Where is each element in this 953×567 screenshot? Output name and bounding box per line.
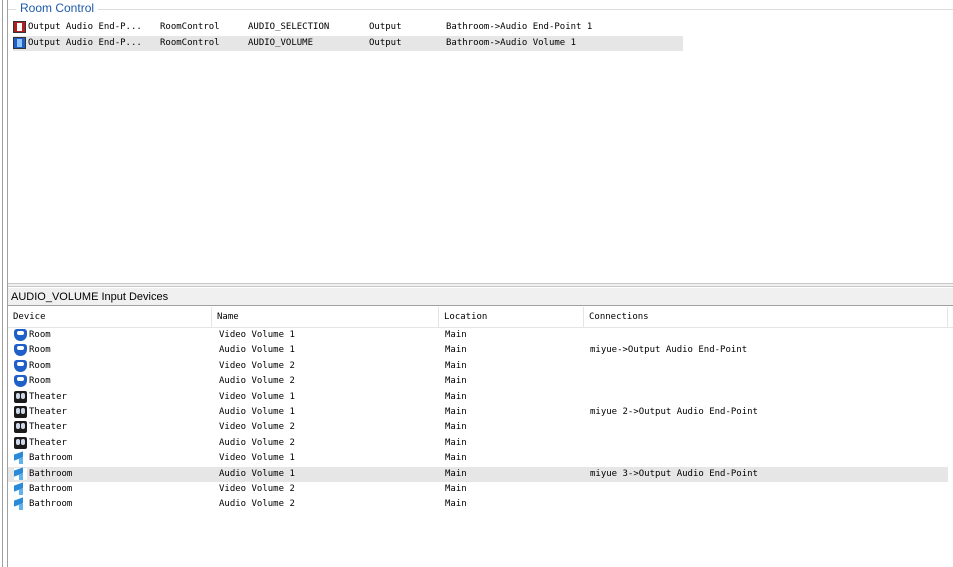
cell-name: Audio Volume 2 xyxy=(219,499,295,510)
cell-device: Room xyxy=(29,345,51,356)
cell-control: AUDIO_SELECTION xyxy=(248,22,330,32)
cell-name: Video Volume 1 xyxy=(219,453,295,464)
panel-splitter[interactable] xyxy=(8,283,953,287)
cell-location: Main xyxy=(445,422,467,433)
device-row[interactable]: Bathroom Video Volume 1 Main xyxy=(8,451,948,466)
cell-device: Output Audio End-P... xyxy=(28,22,142,32)
theater-icon xyxy=(14,436,27,449)
room-control-row[interactable]: Output Audio End-P... RoomControl AUDIO_VO… xyxy=(13,36,683,51)
theater-icon xyxy=(14,390,27,403)
room-control-row[interactable]: Output Audio End-P... RoomControl AUDIO_SE… xyxy=(13,20,683,35)
cell-device: Bathroom xyxy=(29,499,73,510)
cell-connection: Bathroom->Audio End-Point 1 xyxy=(446,22,593,32)
cell-name: Video Volume 1 xyxy=(219,330,295,340)
cell-device: Bathroom xyxy=(29,468,73,479)
cell-device: Theater xyxy=(29,422,67,433)
bathroom-icon xyxy=(14,467,27,480)
cell-location: Main xyxy=(445,391,467,402)
device-row[interactable]: Theater Audio Volume 1 Main miyue 2->Output… xyxy=(8,405,948,420)
cell-location: Main xyxy=(445,468,467,479)
device-row[interactable]: Bathroom Audio Volume 1 Main miyue 3->Outpu… xyxy=(8,466,948,482)
device-row[interactable]: Room Audio Volume 2 Main xyxy=(8,374,948,389)
cell-device: Theater xyxy=(29,391,67,402)
cell-name: Audio Volume 1 xyxy=(219,407,295,417)
room-icon xyxy=(14,359,27,372)
cell-location: Main xyxy=(445,376,467,387)
cell-control: AUDIO_VOLUME xyxy=(248,38,314,48)
cell-connections: miyue 2->Output Audio End-Point xyxy=(590,407,758,417)
room-control-title: Room Control xyxy=(16,1,99,15)
cell-location: Main xyxy=(445,345,467,356)
cell-connections: miyue 3->Output Audio End-Point xyxy=(590,468,758,479)
cell-type: RoomControl xyxy=(160,22,220,32)
theater-icon xyxy=(14,421,27,434)
output-red-icon xyxy=(13,21,26,33)
column-header-name[interactable]: Name xyxy=(212,307,439,327)
room-icon xyxy=(14,329,27,341)
cell-name: Audio Volume 1 xyxy=(219,345,295,356)
cell-direction: Output xyxy=(369,38,402,48)
bathroom-icon xyxy=(14,498,27,511)
device-row[interactable]: Room Audio Volume 1 Main miyue->Output Audi… xyxy=(8,343,948,358)
cell-device: Output Audio End-P... xyxy=(28,38,142,48)
group-box-border xyxy=(8,9,953,10)
column-header-connections[interactable]: Connections xyxy=(584,307,948,327)
room-icon xyxy=(14,344,27,357)
cell-connection: Bathroom->Audio Volume 1 xyxy=(446,38,577,48)
cell-device: Bathroom xyxy=(29,484,73,494)
cell-name: Video Volume 2 xyxy=(219,484,295,494)
theater-icon xyxy=(14,406,27,418)
device-row[interactable]: Theater Audio Volume 2 Main xyxy=(8,436,948,451)
cell-type: RoomControl xyxy=(160,38,220,48)
cell-name: Video Volume 1 xyxy=(219,391,295,402)
bathroom-icon xyxy=(14,452,27,465)
cell-device: Room xyxy=(29,376,51,387)
cell-name: Video Volume 2 xyxy=(219,422,295,433)
cell-name: Audio Volume 1 xyxy=(219,468,295,479)
cell-device: Room xyxy=(29,360,51,371)
bathroom-icon xyxy=(14,483,27,495)
cell-device: Theater xyxy=(29,407,67,417)
cell-name: Audio Volume 2 xyxy=(219,376,295,387)
cell-location: Main xyxy=(445,453,467,464)
cell-location: Main xyxy=(445,360,467,371)
column-header-device[interactable]: Device xyxy=(8,307,212,327)
cell-device: Bathroom xyxy=(29,453,73,464)
cell-location: Main xyxy=(445,407,467,417)
device-row[interactable]: Theater Video Volume 2 Main xyxy=(8,420,948,435)
output-blue-icon xyxy=(13,37,26,49)
device-row[interactable]: Bathroom Video Volume 2 Main xyxy=(8,482,948,497)
cell-name: Video Volume 2 xyxy=(219,360,295,371)
cell-connections: miyue->Output Audio End-Point xyxy=(590,345,748,356)
input-devices-title: AUDIO_VOLUME Input Devices xyxy=(8,288,953,306)
input-devices-panel: AUDIO_VOLUME Input Devices Device Name L… xyxy=(8,288,953,567)
cell-location: Main xyxy=(445,437,467,448)
cell-device: Room xyxy=(29,330,51,340)
window-edge xyxy=(2,0,3,567)
room-control-group: Room Control Output Audio End-P... RoomCo… xyxy=(8,0,953,283)
device-row[interactable]: Bathroom Audio Volume 2 Main xyxy=(8,497,948,512)
column-header-row: Device Name Location Connections xyxy=(8,307,953,328)
cell-device: Theater xyxy=(29,437,67,448)
room-icon xyxy=(14,375,27,388)
device-row[interactable]: Theater Video Volume 1 Main xyxy=(8,390,948,405)
cell-location: Main xyxy=(445,484,467,494)
device-row[interactable]: Room Video Volume 2 Main xyxy=(8,359,948,374)
cell-location: Main xyxy=(445,499,467,510)
cell-location: Main xyxy=(445,330,467,340)
column-header-location[interactable]: Location xyxy=(439,307,584,327)
cell-name: Audio Volume 2 xyxy=(219,437,295,448)
device-row[interactable]: Room Video Volume 1 Main xyxy=(8,328,948,343)
cell-direction: Output xyxy=(369,22,402,32)
